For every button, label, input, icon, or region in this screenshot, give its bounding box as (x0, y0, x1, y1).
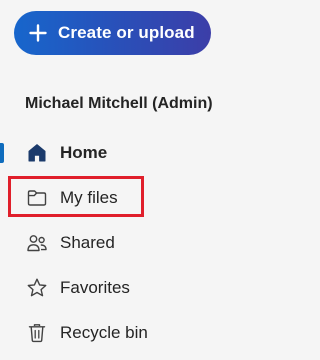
home-icon (26, 142, 48, 164)
nav-list: Home My files Shared Favorites Recycle b… (0, 130, 286, 355)
account-name: Michael Mitchell (Admin) (25, 95, 213, 112)
nav-item-shared[interactable]: Shared (0, 220, 286, 265)
people-icon (26, 232, 48, 254)
nav-item-favorites-label: Favorites (60, 277, 130, 297)
nav-item-my-files[interactable]: My files (0, 175, 286, 220)
nav-item-recycle-bin-label: Recycle bin (60, 322, 148, 342)
nav-item-recycle-bin[interactable]: Recycle bin (0, 310, 286, 355)
nav-item-home-label: Home (60, 142, 108, 162)
create-or-upload-label: Create or upload (58, 23, 195, 42)
active-indicator (0, 143, 4, 163)
nav-item-shared-label: Shared (60, 232, 115, 252)
plus-icon (29, 24, 47, 42)
folder-icon (26, 187, 48, 209)
trash-icon (26, 322, 48, 344)
create-or-upload-button[interactable]: Create or upload (14, 11, 211, 55)
nav-item-favorites[interactable]: Favorites (0, 265, 286, 310)
star-icon (26, 277, 48, 299)
nav-item-home[interactable]: Home (0, 130, 286, 175)
nav-item-my-files-label: My files (60, 187, 118, 207)
onedrive-sidebar: Create or upload Michael Mitchell (Admin… (0, 0, 286, 360)
